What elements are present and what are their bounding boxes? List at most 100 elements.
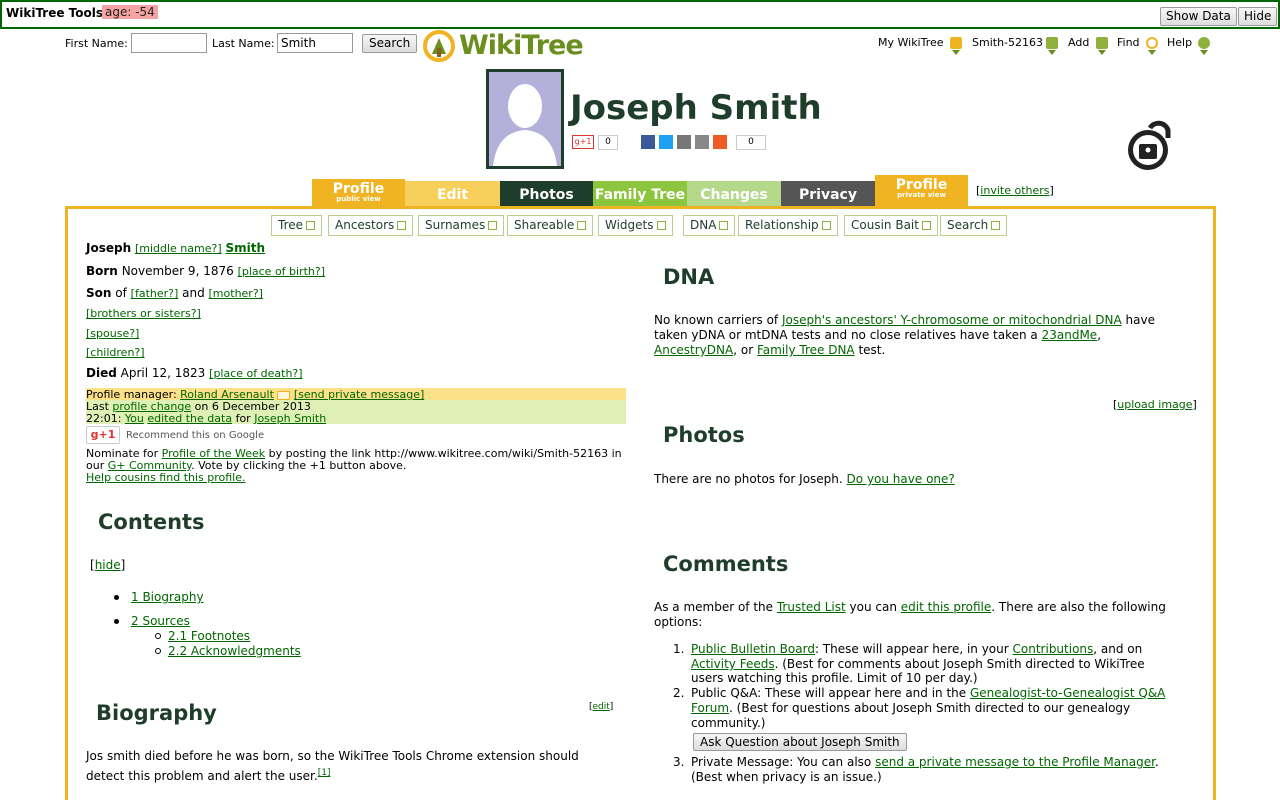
surname-link[interactable]: Smith bbox=[225, 241, 265, 255]
spouse-link[interactable]: [spouse?] bbox=[86, 327, 139, 340]
middle-name-link[interactable]: [middle name?] bbox=[135, 242, 222, 255]
place-of-birth-link[interactable]: [place of birth?] bbox=[238, 265, 325, 278]
plus-icon bbox=[1096, 37, 1108, 49]
subtab-dna[interactable]: DNA bbox=[683, 215, 736, 236]
dna-text-line2: taken yDNA or mtDNA tests and no close r… bbox=[654, 328, 1102, 342]
option-qa-line1: Public Q&A: These will appear here and i… bbox=[691, 686, 1166, 700]
tab-privacy[interactable]: Privacy bbox=[781, 181, 875, 208]
add-photo-link[interactable]: Do you have one? bbox=[847, 472, 955, 486]
wikitree-tools-bar: WikiTree Tools: age: -54 Show Data Hide bbox=[0, 0, 1280, 29]
vital-died: Died April 12, 1823 [place of death?] bbox=[86, 366, 303, 380]
tab-photos[interactable]: Photos bbox=[500, 181, 593, 208]
google-plus-one-button[interactable]: g+1 bbox=[86, 426, 120, 444]
edited-data-link[interactable]: edited the data bbox=[147, 412, 232, 425]
ask-question-button[interactable]: Ask Question about Joseph Smith bbox=[693, 733, 907, 751]
header-search-button[interactable]: Search bbox=[362, 34, 418, 53]
envelope-icon[interactable] bbox=[277, 390, 291, 400]
tab-profile-public[interactable]: Profile public view bbox=[312, 179, 405, 208]
list-number: 3. bbox=[673, 755, 685, 769]
edit-profile-link[interactable]: edit this profile bbox=[901, 600, 991, 614]
option-private-line2: (Best when privacy is an issue.) bbox=[691, 770, 882, 784]
privacy-lock-icon[interactable] bbox=[1124, 116, 1172, 174]
place-of-death-link[interactable]: [place of death?] bbox=[209, 367, 302, 380]
upload-image-link[interactable]: [upload image] bbox=[1113, 398, 1197, 411]
share-count: 0 bbox=[736, 135, 766, 150]
option-bulletin-line1: Public Bulletin Board: These will appear… bbox=[691, 642, 1143, 656]
toc-footnotes-link[interactable]: 2.1 Footnotes bbox=[168, 629, 250, 643]
g2g-forum-link[interactable]: Genealogist-to-Genealogist Q&A bbox=[970, 686, 1165, 700]
help-cousins-link[interactable]: Help cousins find this profile. bbox=[86, 471, 246, 484]
cousin-bait-icon bbox=[921, 221, 931, 230]
surnames-icon bbox=[488, 221, 498, 230]
chevron-down-icon[interactable] bbox=[1148, 50, 1156, 55]
chevron-down-icon[interactable] bbox=[1098, 50, 1106, 55]
subtab-cousin-bait[interactable]: Cousin Bait bbox=[844, 215, 938, 236]
subtab-relationship[interactable]: Relationship bbox=[738, 215, 838, 236]
toc-biography-link[interactable]: 1 Biography bbox=[131, 590, 204, 604]
first-name-input[interactable] bbox=[131, 33, 207, 53]
toc-sources-link[interactable]: 2 Sources bbox=[131, 614, 190, 628]
comments-intro-line1: As a member of the Trusted List you can … bbox=[654, 600, 1166, 614]
hide-tools-button[interactable]: Hide bbox=[1238, 7, 1278, 26]
google-plus-button[interactable]: g+1 bbox=[572, 135, 594, 149]
23andme-link[interactable]: 23andMe bbox=[1042, 328, 1098, 342]
silhouette-icon bbox=[493, 84, 557, 166]
contributions-link[interactable]: Contributions bbox=[1013, 642, 1094, 656]
profile-avatar[interactable] bbox=[486, 69, 564, 169]
nav-user-id[interactable]: Smith-52163 bbox=[972, 36, 1043, 49]
print-icon[interactable] bbox=[695, 135, 709, 149]
mother-link[interactable]: [mother?] bbox=[209, 287, 263, 300]
nav-add[interactable]: Add bbox=[1068, 36, 1089, 49]
tab-edit[interactable]: Edit bbox=[405, 181, 500, 208]
vital-name: Joseph [middle name?] Smith bbox=[86, 241, 266, 255]
last-name-input[interactable] bbox=[277, 33, 353, 53]
nav-find[interactable]: Find bbox=[1117, 36, 1140, 49]
family-tree-dna-link[interactable]: Family Tree DNA bbox=[757, 343, 855, 357]
nav-help[interactable]: Help bbox=[1167, 36, 1192, 49]
send-message-manager-link[interactable]: send a private message to the Profile Ma… bbox=[875, 755, 1155, 769]
vital-parents: Son of [father?] and [mother?] bbox=[86, 286, 263, 300]
trusted-list-link[interactable]: Trusted List bbox=[777, 600, 846, 614]
subtab-widgets[interactable]: Widgets bbox=[598, 215, 673, 236]
invite-others-link[interactable]: [invite others] bbox=[976, 184, 1054, 197]
subtab-search[interactable]: Search bbox=[940, 215, 1008, 236]
contents-hide-toggle[interactable]: [hide] bbox=[90, 558, 125, 572]
tab-family-tree[interactable]: Family Tree bbox=[593, 181, 687, 208]
subtab-ancestors[interactable]: Ancestors bbox=[328, 215, 414, 236]
siblings-link[interactable]: [brothers or sisters?] bbox=[86, 307, 201, 320]
subject-link[interactable]: Joseph Smith bbox=[254, 412, 326, 425]
email-icon[interactable] bbox=[677, 135, 691, 149]
show-data-button[interactable]: Show Data bbox=[1160, 7, 1237, 26]
activity-feeds-link[interactable]: Activity Feeds bbox=[691, 657, 775, 671]
send-private-message-link[interactable]: [send private message] bbox=[294, 388, 424, 401]
subtab-shareable[interactable]: Shareable bbox=[507, 215, 594, 236]
search-icon bbox=[991, 221, 1001, 230]
subtab-surnames[interactable]: Surnames bbox=[418, 215, 505, 236]
chevron-down-icon[interactable] bbox=[952, 50, 960, 55]
twitter-icon[interactable] bbox=[659, 135, 673, 149]
footnote-link[interactable]: [1] bbox=[318, 768, 331, 778]
nav-my-wikitree[interactable]: My WikiTree bbox=[878, 36, 944, 49]
tab-changes[interactable]: Changes bbox=[687, 181, 781, 208]
subtab-tree[interactable]: Tree bbox=[271, 215, 323, 236]
chevron-down-icon[interactable] bbox=[1200, 50, 1208, 55]
biography-edit-link[interactable]: [edit] bbox=[589, 702, 613, 712]
facebook-icon[interactable] bbox=[641, 135, 655, 149]
share-plus-icon[interactable] bbox=[713, 135, 727, 149]
toc-acknowledgments-link[interactable]: 2.2 Acknowledgments bbox=[168, 644, 301, 658]
you-link[interactable]: You bbox=[125, 412, 144, 425]
tab-profile-private[interactable]: Profile private view bbox=[875, 175, 968, 208]
wikitree-logo[interactable]: WikiTree bbox=[422, 30, 592, 62]
public-bulletin-board-link[interactable]: Public Bulletin Board bbox=[691, 642, 815, 656]
g2g-forum-link-2[interactable]: Forum bbox=[691, 701, 729, 715]
comments-intro-line2: options: bbox=[654, 615, 703, 629]
option-bulletin-line2: Activity Feeds. (Best for comments about… bbox=[691, 657, 1145, 671]
dna-icon bbox=[719, 221, 729, 230]
chevron-down-icon[interactable] bbox=[1048, 50, 1056, 55]
children-link[interactable]: [children?] bbox=[86, 346, 145, 359]
tree-logo-icon bbox=[423, 30, 455, 62]
father-link[interactable]: [father?] bbox=[131, 287, 179, 300]
last-name-label: Last Name: bbox=[212, 37, 275, 50]
ancestrydna-link[interactable]: AncestryDNA bbox=[654, 343, 733, 357]
dna-ancestors-link[interactable]: Joseph's ancestors' Y-chromosome or mito… bbox=[782, 313, 1122, 327]
